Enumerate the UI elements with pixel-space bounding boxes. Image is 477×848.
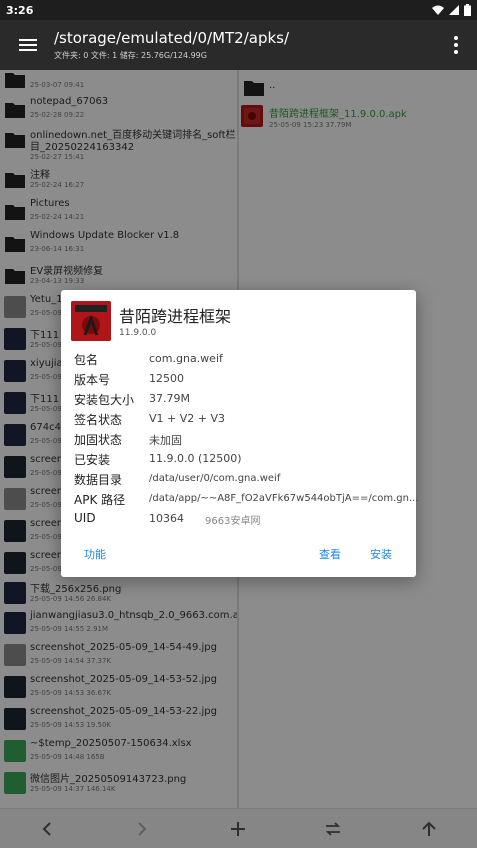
app-icon bbox=[71, 301, 111, 341]
field-package-name: 包名 com.gna.weif bbox=[74, 351, 409, 371]
wifi-icon bbox=[432, 5, 444, 15]
field-label: 版本号 bbox=[74, 373, 111, 387]
status-time: 3:26 bbox=[6, 3, 34, 17]
more-options-icon[interactable] bbox=[453, 35, 459, 55]
field-value: com.gna.weif bbox=[149, 352, 223, 365]
field-label: 签名状态 bbox=[74, 413, 123, 427]
menu-icon[interactable] bbox=[17, 34, 39, 56]
status-bar: 3:26 bbox=[0, 0, 477, 20]
field-value: 37.79M bbox=[149, 392, 190, 405]
field-label: 已安装 bbox=[74, 453, 111, 467]
field-label: APK 路径 bbox=[74, 493, 126, 507]
current-path: /storage/emulated/0/MT2/apks/ bbox=[54, 29, 290, 47]
functions-button[interactable]: 功能 bbox=[84, 546, 106, 562]
field-label: 数据目录 bbox=[74, 473, 123, 487]
field-installed-version: 已安装 11.9.0.0 (12500) bbox=[74, 451, 409, 471]
app-logo-icon bbox=[71, 301, 111, 341]
battery-icon bbox=[464, 4, 471, 16]
field-value[interactable]: /data/user/0/com.gna.weif bbox=[149, 473, 280, 484]
field-hardening-status: 加固状态 未加固 bbox=[74, 431, 409, 451]
field-version-code: 版本号 12500 bbox=[74, 371, 409, 391]
watermark: 9663安卓网 bbox=[205, 516, 261, 527]
field-label: 加固状态 bbox=[74, 433, 123, 447]
field-value: 12500 bbox=[149, 372, 184, 385]
apk-info-dialog: 昔陌跨进程框架 11.9.0.0 包名 com.gna.weif 版本号 125… bbox=[61, 290, 419, 577]
field-value[interactable]: /data/app/~~A8F_fO2aVFk67w544obTjA==/com… bbox=[149, 493, 419, 504]
status-icons bbox=[432, 4, 471, 16]
field-data-directory: 数据目录 /data/user/0/com.gna.weif bbox=[74, 471, 409, 491]
cellular-signal-icon bbox=[449, 5, 459, 15]
field-apk-path: APK 路径 /data/app/~~A8F_fO2aVFk67w544obTj… bbox=[74, 491, 419, 511]
field-package-size: 安装包大小 37.79M bbox=[74, 391, 409, 411]
dialog-title: 昔陌跨进程框架 bbox=[119, 307, 232, 326]
app-bar: /storage/emulated/0/MT2/apks/ 文件夹: 0 文件:… bbox=[0, 20, 477, 70]
field-value: 11.9.0.0 (12500) bbox=[149, 452, 242, 465]
field-label: UID bbox=[74, 511, 96, 525]
dialog-version: 11.9.0.0 bbox=[119, 328, 157, 338]
storage-summary: 文件夹: 0 文件: 1 储存: 25.76G/124.99G bbox=[54, 51, 207, 60]
field-label: 安装包大小 bbox=[74, 393, 135, 407]
field-value: 未加固 bbox=[149, 434, 182, 447]
field-value: 10364 bbox=[149, 512, 184, 525]
field-signature-status: 签名状态 V1 + V2 + V3 bbox=[74, 411, 409, 431]
field-label: 包名 bbox=[74, 353, 99, 367]
view-button[interactable]: 查看 bbox=[319, 546, 341, 562]
install-button[interactable]: 安装 bbox=[370, 546, 392, 562]
field-value: V1 + V2 + V3 bbox=[149, 412, 225, 425]
